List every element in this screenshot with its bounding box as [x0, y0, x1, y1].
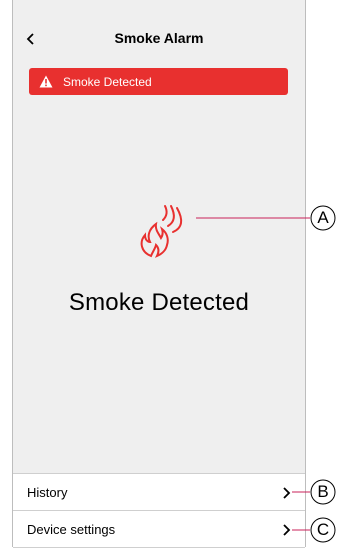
header-bar: Smoke Alarm: [13, 0, 305, 62]
callout-c: C: [316, 520, 330, 539]
alert-banner-text: Smoke Detected: [63, 74, 152, 89]
callout-b: B: [317, 482, 329, 501]
device-settings-label: Device settings: [27, 521, 116, 537]
history-row[interactable]: History: [13, 473, 305, 511]
device-settings-row[interactable]: Device settings: [13, 510, 305, 548]
callout-a: A: [317, 208, 329, 227]
smoke-alarm-icon: [140, 205, 183, 258]
status-text: Smoke Detected: [68, 289, 250, 316]
chevron-right-icon: [283, 487, 291, 499]
app-screen: Smoke Alarm Smoke Detected Smoke Detecte…: [12, 0, 306, 548]
alert-banner: Smoke Detected: [29, 68, 288, 95]
warning-icon: [39, 75, 53, 88]
page-title: Smoke Alarm: [114, 30, 204, 46]
history-label: History: [27, 485, 68, 500]
chevron-right-icon: [283, 524, 291, 536]
